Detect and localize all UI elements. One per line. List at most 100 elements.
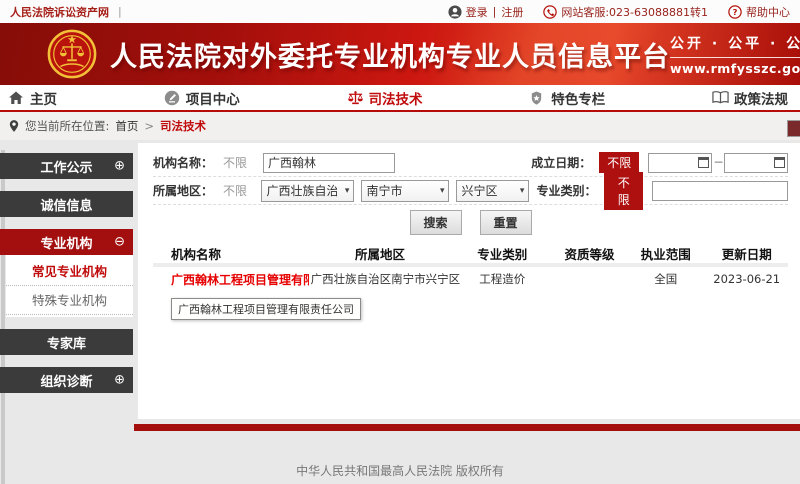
sidebar-item-org-diagnosis[interactable]: 组织诊断 ⊕ [0, 367, 133, 393]
banner-website: www.rmfysszc.gov.cn [670, 58, 800, 76]
form-buttons: 搜索 重置 [153, 205, 788, 241]
district-select[interactable]: 兴宁区 ▾ [456, 180, 529, 202]
register-link[interactable]: 注册 [501, 4, 523, 20]
nav-item-label: 主页 [30, 88, 57, 108]
chevron-down-icon: ▾ [440, 186, 445, 196]
breadcrumb-current[interactable]: 司法技术 [160, 118, 206, 134]
table-header-scope: 执业范围 [626, 244, 705, 263]
sidebar-submenu: 常见专业机构 特殊专业机构 [6, 255, 133, 317]
founded-any-button[interactable]: 不限 [599, 152, 639, 173]
hotline-text: 网站客服:023-63088881转1 [561, 4, 708, 20]
topbar-right: 登录 | 注册 网站客服:023-63088881转1 ? 帮助中心 [448, 4, 790, 20]
date-range-separator: --- [714, 157, 722, 168]
hotline-group: 网站客服:023-63088881转1 [543, 4, 708, 20]
help-center-link[interactable]: 帮助中心 [746, 4, 790, 20]
org-name-link[interactable]: 广西翰林工程项目管理有限责任... [153, 271, 309, 288]
province-select[interactable]: 广西壮族自治区 ▾ [261, 180, 354, 202]
table-row: 广西翰林工程项目管理有限责任... 广西壮族自治区南宁市兴宁区 工程造价 全国 … [153, 267, 788, 291]
sidebar-item-professional-orgs[interactable]: 专业机构 ⊖ [0, 229, 133, 255]
expand-icon[interactable]: ⊕ [114, 159, 125, 174]
user-icon [448, 5, 462, 19]
org-region-cell: 广西壮族自治区南宁市兴宁区 [309, 271, 452, 287]
org-name-any-text: 不限 [223, 154, 249, 171]
location-pin-icon [9, 119, 19, 133]
sidebar-item-label: 组织诊断 [40, 371, 92, 390]
org-name-tooltip: 广西翰林工程项目管理有限责任公司 [171, 298, 361, 320]
table-header-grade: 资质等级 [553, 244, 626, 263]
calendar-icon[interactable] [774, 157, 785, 168]
sidebar-subitem-common-orgs[interactable]: 常见专业机构 [6, 257, 133, 286]
breadcrumb-separator: > [144, 119, 154, 133]
org-updated-cell: 2023-06-21 [705, 272, 788, 286]
topbar-left: 人民法院诉讼资产网 | [10, 4, 122, 20]
org-scope-cell: 全国 [626, 271, 705, 287]
sidebar-item-label: 专家库 [47, 333, 86, 352]
nav-item-policies[interactable]: 政策法规 [712, 88, 788, 108]
sidebar-item-expert-library[interactable]: 专家库 [0, 329, 133, 355]
banner-right: 公开 · 公平 · 公正 www.rmfysszc.gov.cn [670, 33, 800, 76]
phone-icon [543, 5, 557, 19]
region-label: 所属地区： [153, 182, 213, 199]
nav-item-label: 项目中心 [186, 88, 240, 108]
city-select[interactable]: 南宁市 ▾ [361, 180, 449, 202]
org-name-label: 机构名称： [153, 154, 213, 171]
help-group: ? 帮助中心 [728, 4, 790, 20]
search-button[interactable]: 搜索 [410, 210, 462, 235]
breadcrumb-home-link[interactable]: 首页 [115, 118, 138, 134]
sidebar-subitem-special-orgs[interactable]: 特殊专业机构 [6, 286, 133, 315]
province-select-value: 广西壮族自治区 [266, 182, 337, 199]
org-name-input[interactable] [263, 153, 395, 173]
calendar-icon[interactable] [698, 157, 709, 168]
side-widget-button[interactable] [787, 120, 800, 137]
nav-item-special-column[interactable]: 特色专栏 [529, 88, 605, 108]
login-register-separator: | [493, 5, 497, 18]
category-input[interactable] [652, 181, 788, 201]
site-logo-text[interactable]: 人民法院诉讼资产网 [10, 4, 109, 20]
reset-button[interactable]: 重置 [480, 210, 532, 235]
nav-item-label: 特色专栏 [551, 88, 605, 108]
table-header-row: 机构名称 所属地区 专业类别 资质等级 执业范围 更新日期 [153, 243, 788, 267]
main-nav: 主页 项目中心 司法技术 特色专栏 政策法规 [0, 85, 800, 112]
table-header-updated: 更新日期 [705, 244, 788, 263]
login-register-group: 登录 | 注册 [448, 4, 524, 20]
chevron-down-icon: ▾ [520, 186, 525, 196]
login-link[interactable]: 登录 [466, 4, 488, 20]
nav-item-judicial-tech[interactable]: 司法技术 [347, 88, 423, 108]
table-header-region: 所属地区 [309, 244, 452, 263]
banner-slogan: 公开 · 公平 · 公正 [670, 33, 800, 58]
sidebar-item-label: 诚信信息 [40, 195, 92, 214]
district-select-value: 兴宁区 [461, 182, 497, 199]
table-header-org-name: 机构名称 [153, 244, 309, 263]
footer-copyright: 中华人民共和国最高人民法院 版权所有 [0, 431, 800, 479]
sidebar-item-label: 专业机构 [40, 233, 92, 252]
form-row-region: 所属地区： 不限 广西壮族自治区 ▾ 南宁市 ▾ 兴宁区 ▾ 专业类别： 不限 [153, 177, 788, 205]
breadcrumb: 您当前所在位置: 首页 > 司法技术 [0, 112, 800, 140]
nav-item-label: 政策法规 [734, 88, 788, 108]
sidebar-item-work-publicity[interactable]: 工作公示 ⊕ [0, 153, 133, 179]
category-label: 专业类别： [536, 182, 596, 199]
court-emblem-icon [46, 28, 98, 80]
chevron-down-icon: ▾ [345, 186, 350, 196]
table-header-category: 专业类别 [451, 244, 553, 263]
page-title: 人民法院对外委托专业机构专业人员信息平台 [110, 35, 670, 74]
form-row-org-name: 机构名称： 不限 成立日期： 不限 --- [153, 149, 788, 177]
main-panel: 机构名称： 不限 成立日期： 不限 --- 所属地区： 不限 广西壮族自治区 ▾ [138, 143, 800, 419]
collapse-icon[interactable]: ⊖ [114, 235, 125, 250]
content-area: 工作公示 ⊕ 诚信信息 专业机构 ⊖ 常见专业机构 特殊专业机构 专家库 组织诊… [0, 140, 800, 419]
help-icon: ? [728, 5, 742, 19]
city-select-value: 南宁市 [366, 182, 402, 199]
project-icon [164, 90, 181, 106]
nav-item-home[interactable]: 主页 [8, 88, 57, 108]
date-to-input[interactable] [724, 153, 788, 173]
sidebar-item-integrity-info[interactable]: 诚信信息 [0, 191, 133, 217]
badge-icon [529, 90, 546, 106]
nav-item-project-center[interactable]: 项目中心 [164, 88, 240, 108]
date-from-input[interactable] [648, 153, 712, 173]
expand-icon[interactable]: ⊕ [114, 373, 125, 388]
region-any-text: 不限 [223, 182, 247, 199]
category-any-button[interactable]: 不限 [604, 172, 643, 210]
site-banner: 人民法院对外委托专业机构专业人员信息平台 公开 · 公平 · 公正 www.rm… [0, 23, 800, 85]
page: 人民法院诉讼资产网 | 登录 | 注册 网站客服:023-63088881转1 [0, 0, 800, 484]
sidebar: 工作公示 ⊕ 诚信信息 专业机构 ⊖ 常见专业机构 特殊专业机构 专家库 组织诊… [0, 140, 133, 405]
founded-date-label: 成立日期： [531, 154, 591, 171]
